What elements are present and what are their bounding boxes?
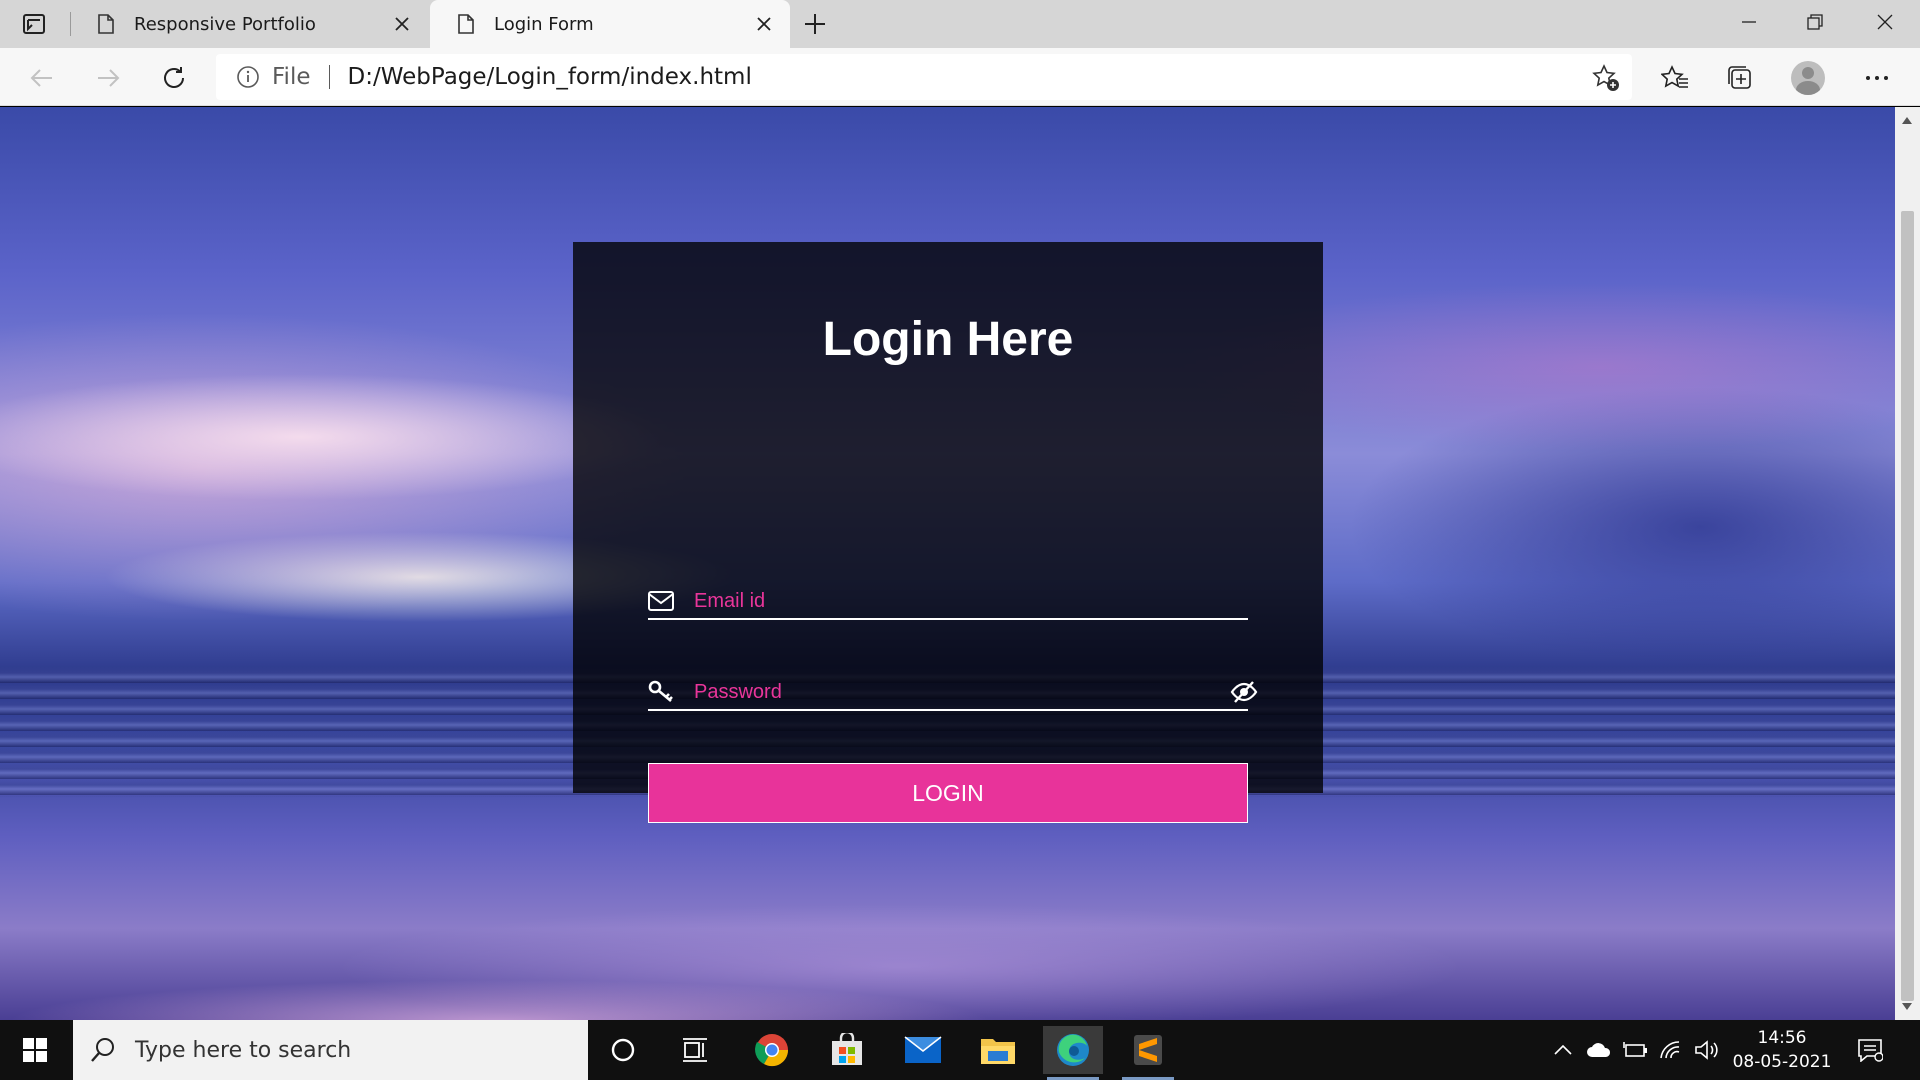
close-icon	[1877, 14, 1893, 30]
url-text[interactable]: D:/WebPage/Login_form/index.html	[348, 64, 752, 90]
address-bar[interactable]: File D:/WebPage/Login_form/index.html	[216, 54, 1632, 100]
tab-title: Login Form	[494, 13, 594, 35]
chevron-up-icon[interactable]	[1546, 1020, 1580, 1080]
new-tab-button[interactable]	[800, 10, 830, 38]
scroll-down-icon[interactable]	[1902, 1003, 1912, 1010]
key-icon	[648, 680, 674, 704]
search-icon	[89, 1036, 117, 1064]
envelope-icon	[648, 589, 674, 613]
restore-icon	[1807, 14, 1823, 30]
store-icon[interactable]	[817, 1026, 877, 1074]
address-separator	[328, 65, 330, 89]
close-icon[interactable]	[390, 12, 414, 36]
minimize-icon	[1742, 21, 1756, 23]
taskbar-search[interactable]: Type here to search	[73, 1020, 588, 1080]
wifi-icon[interactable]	[1654, 1020, 1688, 1080]
close-icon[interactable]	[752, 12, 776, 36]
tab-login-form[interactable]: Login Form	[430, 0, 790, 48]
login-card: Login Here LOGIN	[573, 242, 1323, 823]
file-explorer-icon[interactable]	[968, 1026, 1028, 1074]
minimize-button[interactable]	[1716, 0, 1782, 44]
scroll-up-icon[interactable]	[1902, 117, 1912, 124]
password-field[interactable]	[694, 680, 1230, 704]
edge-icon[interactable]	[1043, 1026, 1103, 1080]
tab-title: Responsive Portfolio	[134, 13, 316, 35]
chrome-icon[interactable]	[742, 1026, 802, 1074]
collections-icon[interactable]	[1722, 60, 1758, 96]
mail-icon[interactable]	[893, 1026, 953, 1074]
onedrive-icon[interactable]	[1582, 1020, 1616, 1080]
more-icon[interactable]	[1859, 60, 1895, 96]
plus-icon	[805, 14, 825, 34]
notification-icon[interactable]	[1850, 1032, 1890, 1068]
email-field[interactable]	[694, 589, 1248, 613]
back-button[interactable]	[24, 60, 60, 96]
restore-button[interactable]	[1782, 0, 1848, 44]
browser-toolbar: File D:/WebPage/Login_form/index.html	[0, 48, 1920, 106]
avatar	[1791, 61, 1825, 95]
favorites-icon[interactable]	[1657, 60, 1693, 96]
refresh-icon	[164, 67, 184, 88]
volume-icon[interactable]	[1690, 1020, 1724, 1080]
scrollbar[interactable]	[1895, 107, 1920, 1020]
security-label: File	[272, 64, 311, 90]
refresh-button[interactable]	[156, 60, 192, 96]
browser-tab-strip: Responsive Portfolio Login Form	[0, 0, 1920, 48]
windows-icon	[23, 1038, 47, 1062]
battery-icon[interactable]	[1618, 1020, 1652, 1080]
arrow-right-icon	[98, 69, 120, 87]
taskbar: Type here to search 14:56 08-05-2021	[0, 1020, 1920, 1080]
eye-slash-icon[interactable]	[1230, 680, 1258, 704]
page-icon	[458, 14, 474, 34]
clock-date: 08-05-2021	[1732, 1052, 1832, 1072]
sublime-text-icon[interactable]	[1118, 1026, 1178, 1080]
start-button[interactable]	[0, 1020, 70, 1080]
clock-time: 14:56	[1757, 1028, 1807, 1048]
page-viewport: Login Here LOGIN	[0, 107, 1895, 1020]
forward-button[interactable]	[90, 60, 126, 96]
cortana-icon[interactable]	[593, 1026, 653, 1074]
page-title: Login Here	[822, 313, 1074, 366]
scroll-thumb[interactable]	[1901, 211, 1914, 1001]
search-placeholder: Type here to search	[135, 1037, 352, 1063]
clock[interactable]: 14:56 08-05-2021	[1722, 1026, 1842, 1074]
page-icon	[98, 14, 114, 34]
arrow-left-icon	[30, 69, 52, 87]
task-view-icon[interactable]	[665, 1026, 725, 1074]
password-field-group	[648, 675, 1258, 711]
info-icon[interactable]	[236, 65, 260, 89]
window-close-button[interactable]	[1852, 0, 1918, 44]
tab-responsive-portfolio[interactable]: Responsive Portfolio	[70, 0, 428, 48]
email-field-group	[648, 584, 1248, 620]
tab-actions-icon[interactable]	[14, 10, 54, 38]
star-add-icon[interactable]	[1592, 64, 1620, 92]
login-button[interactable]: LOGIN	[648, 763, 1248, 823]
profile-button[interactable]	[1790, 60, 1826, 96]
